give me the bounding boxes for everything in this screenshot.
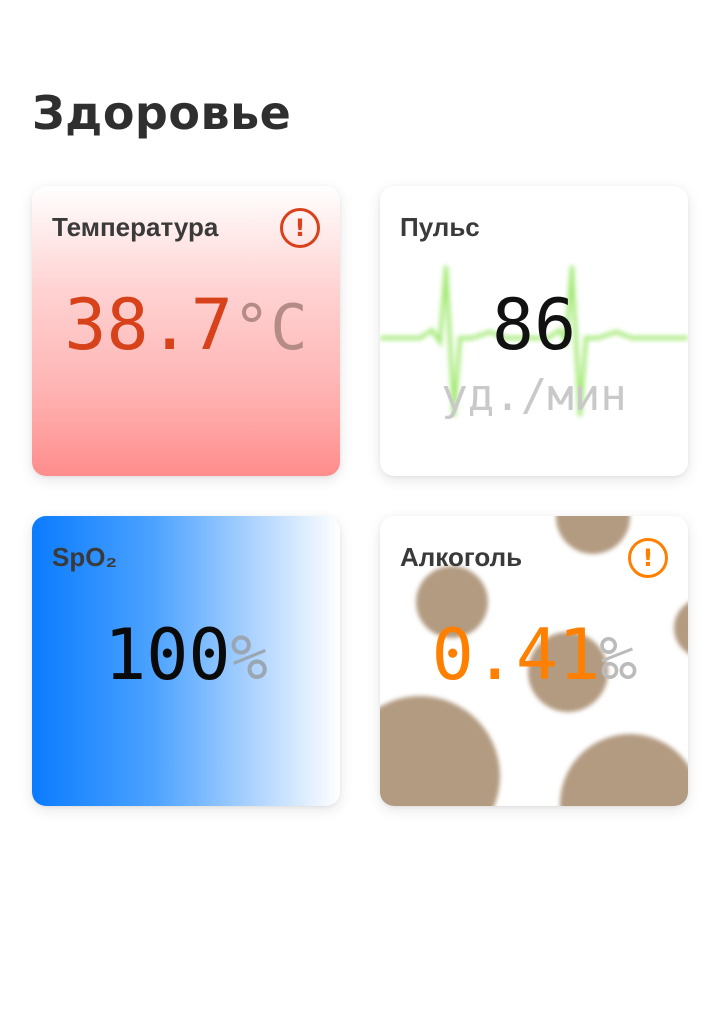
- pulse-card[interactable]: Пульс 86 уд./мин: [380, 186, 688, 476]
- pulse-title: Пульс: [400, 212, 480, 242]
- alcohol-title: Алкоголь: [400, 542, 523, 572]
- page-title: Здоровье: [32, 86, 292, 140]
- temperature-title: Температура: [52, 212, 219, 242]
- alcohol-unit: ‰: [600, 624, 637, 694]
- temperature-unit: °C: [232, 291, 308, 364]
- temperature-value: 38.7: [64, 284, 233, 366]
- pulse-value: 86: [491, 284, 577, 366]
- alert-icon: !: [280, 208, 320, 248]
- temperature-card[interactable]: Температура ! 38.7°C: [32, 186, 340, 476]
- decorative-blob: [556, 516, 630, 554]
- spo2-value-row: 100%: [32, 620, 340, 690]
- alcohol-value: 0.41: [431, 614, 601, 696]
- pulse-unit: уд./мин: [441, 370, 627, 421]
- spo2-value: 100: [104, 614, 231, 696]
- spo2-unit: %: [230, 621, 268, 694]
- spo2-card[interactable]: SpO₂ 100%: [32, 516, 340, 806]
- alcohol-value-row: 0.41‰: [380, 620, 688, 690]
- pulse-value-row: 86: [380, 290, 688, 360]
- alcohol-card[interactable]: Алкоголь ! 0.41‰: [380, 516, 688, 806]
- spo2-title: SpO₂: [52, 542, 117, 572]
- alert-icon: !: [628, 538, 668, 578]
- decorative-blob: [560, 734, 688, 806]
- decorative-blob: [380, 696, 500, 806]
- temperature-value-row: 38.7°C: [32, 290, 340, 360]
